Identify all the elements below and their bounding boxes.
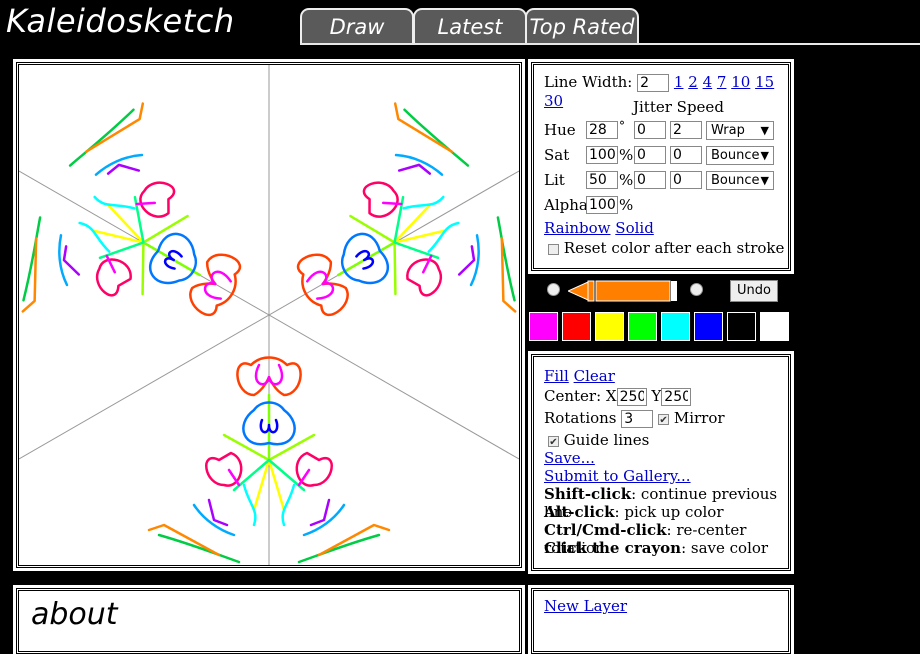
color-mode-links: Rainbow Solid [544, 219, 654, 237]
rotations-label: Rotations [544, 409, 617, 427]
line-width-preset-4[interactable]: 4 [703, 73, 713, 91]
sat-jitter-input[interactable] [634, 146, 666, 164]
sat-mode-select[interactable]: Bounce ▼ [706, 146, 774, 165]
new-layer-link[interactable]: New Layer [544, 597, 627, 615]
swatch-green[interactable] [628, 312, 657, 341]
tab-latest[interactable]: Latest [413, 8, 527, 44]
sat-label: Sat [544, 146, 570, 164]
swatch-magenta[interactable] [529, 312, 558, 341]
rotations-row: Rotations ✔ Mirror [544, 409, 725, 428]
center-row: Center: X Y [544, 387, 692, 406]
alpha-input[interactable] [586, 196, 618, 214]
about-panel: about [13, 585, 525, 654]
hue-input[interactable] [586, 121, 618, 139]
hue-mode-select[interactable]: Wrap ▼ [706, 121, 774, 140]
swatch-cyan[interactable] [661, 312, 690, 341]
center-y-input[interactable] [661, 388, 692, 406]
guide-lines [18, 65, 520, 565]
help-alt-click: Alt-click: pick up color [544, 503, 724, 521]
save-link-row: Save... [544, 449, 595, 467]
solid-link[interactable]: Solid [615, 219, 654, 237]
swatch-yellow[interactable] [595, 312, 624, 341]
line-width-preset-10[interactable]: 10 [731, 73, 750, 91]
brush-mode-radio-right[interactable] [690, 283, 703, 296]
center-y-label: Y [651, 387, 662, 405]
kaleidoscope-drawing[interactable] [0, 65, 545, 565]
lit-mode-value: Bounce [711, 173, 760, 188]
chevron-down-icon: ▼ [760, 174, 769, 187]
guide-lines-row: ✔ Guide lines [548, 431, 649, 449]
line-width-preset-15[interactable]: 15 [755, 73, 774, 91]
help-click-crayon: Click the crayon: save color [544, 539, 769, 557]
hue-unit: ° [619, 119, 625, 133]
motif-upper-right [244, 86, 545, 399]
guide-lines-checkbox[interactable]: ✔ [548, 435, 559, 448]
reset-color-checkbox[interactable] [548, 243, 559, 255]
brush-mode-radio-left[interactable] [547, 283, 560, 296]
sat-input[interactable] [586, 146, 618, 164]
hue-label: Hue [544, 121, 576, 139]
swatch-red[interactable] [562, 312, 591, 341]
alpha-unit: % [619, 196, 634, 214]
chevron-down-icon: ▼ [760, 124, 769, 137]
center-label: Center: X [544, 387, 617, 405]
rainbow-link[interactable]: Rainbow [544, 219, 611, 237]
submit-link-row: Submit to Gallery... [544, 467, 691, 485]
save-link[interactable]: Save... [544, 449, 595, 467]
lit-unit: % [619, 171, 634, 189]
color-controls-panel: Line Width: 1 2 4 7 10 15 30 Jitter Spee… [528, 59, 794, 274]
lit-jitter-input[interactable] [634, 171, 666, 189]
motif-upper-left [0, 86, 294, 399]
reset-color-row: Reset color after each stroke [548, 239, 784, 257]
site-logo[interactable]: Kaleidosketch [6, 0, 235, 42]
new-layer-row: New Layer [544, 597, 627, 615]
alpha-label: Alpha [544, 196, 588, 214]
tools-panel: Fill Clear Center: X Y Rotations ✔ Mirro… [528, 351, 794, 574]
sat-mode-value: Bounce [711, 148, 760, 163]
line-width-label: Line Width: [544, 73, 633, 91]
guide-lines-label: Guide lines [563, 431, 650, 449]
header-divider [300, 43, 920, 45]
swatch-white[interactable] [760, 312, 789, 341]
chevron-down-icon: ▼ [760, 149, 769, 162]
hue-mode-value: Wrap [711, 123, 745, 138]
crayon-button[interactable] [566, 280, 678, 302]
tab-top-rated[interactable]: Top Rated [525, 8, 639, 44]
undo-button[interactable]: Undo [730, 280, 778, 302]
fill-clear-row: Fill Clear [544, 367, 615, 385]
sat-unit: % [619, 146, 634, 164]
line-width-preset-7[interactable]: 7 [717, 73, 727, 91]
clear-link[interactable]: Clear [574, 367, 615, 385]
lit-input[interactable] [586, 171, 618, 189]
lit-mode-select[interactable]: Bounce ▼ [706, 171, 774, 190]
mirror-checkbox[interactable]: ✔ [658, 413, 670, 426]
swatch-black[interactable] [727, 312, 756, 341]
reset-color-label: Reset color after each stroke [563, 239, 785, 257]
line-width-preset-30[interactable]: 30 [544, 92, 563, 110]
layers-panel: New Layer [528, 585, 794, 654]
fill-link[interactable]: Fill [544, 367, 569, 385]
rotations-input[interactable] [621, 410, 654, 428]
line-width-input[interactable] [637, 74, 670, 92]
drawing-canvas[interactable] [0, 59, 545, 571]
hue-jitter-input[interactable] [634, 121, 666, 139]
jitter-speed-header: Jitter Speed [633, 98, 724, 116]
line-width-preset-1[interactable]: 1 [674, 73, 684, 91]
sat-speed-input[interactable] [670, 146, 702, 164]
center-x-input[interactable] [616, 388, 647, 406]
lit-speed-input[interactable] [670, 171, 702, 189]
hue-speed-input[interactable] [670, 121, 702, 139]
line-width-preset-2[interactable]: 2 [688, 73, 698, 91]
tab-draw[interactable]: Draw [300, 8, 414, 44]
crayon-icon [566, 280, 677, 302]
swatch-blue[interactable] [694, 312, 723, 341]
submit-gallery-link[interactable]: Submit to Gallery... [544, 467, 691, 485]
mirror-label: Mirror [673, 409, 725, 427]
lit-label: Lit [544, 171, 565, 189]
